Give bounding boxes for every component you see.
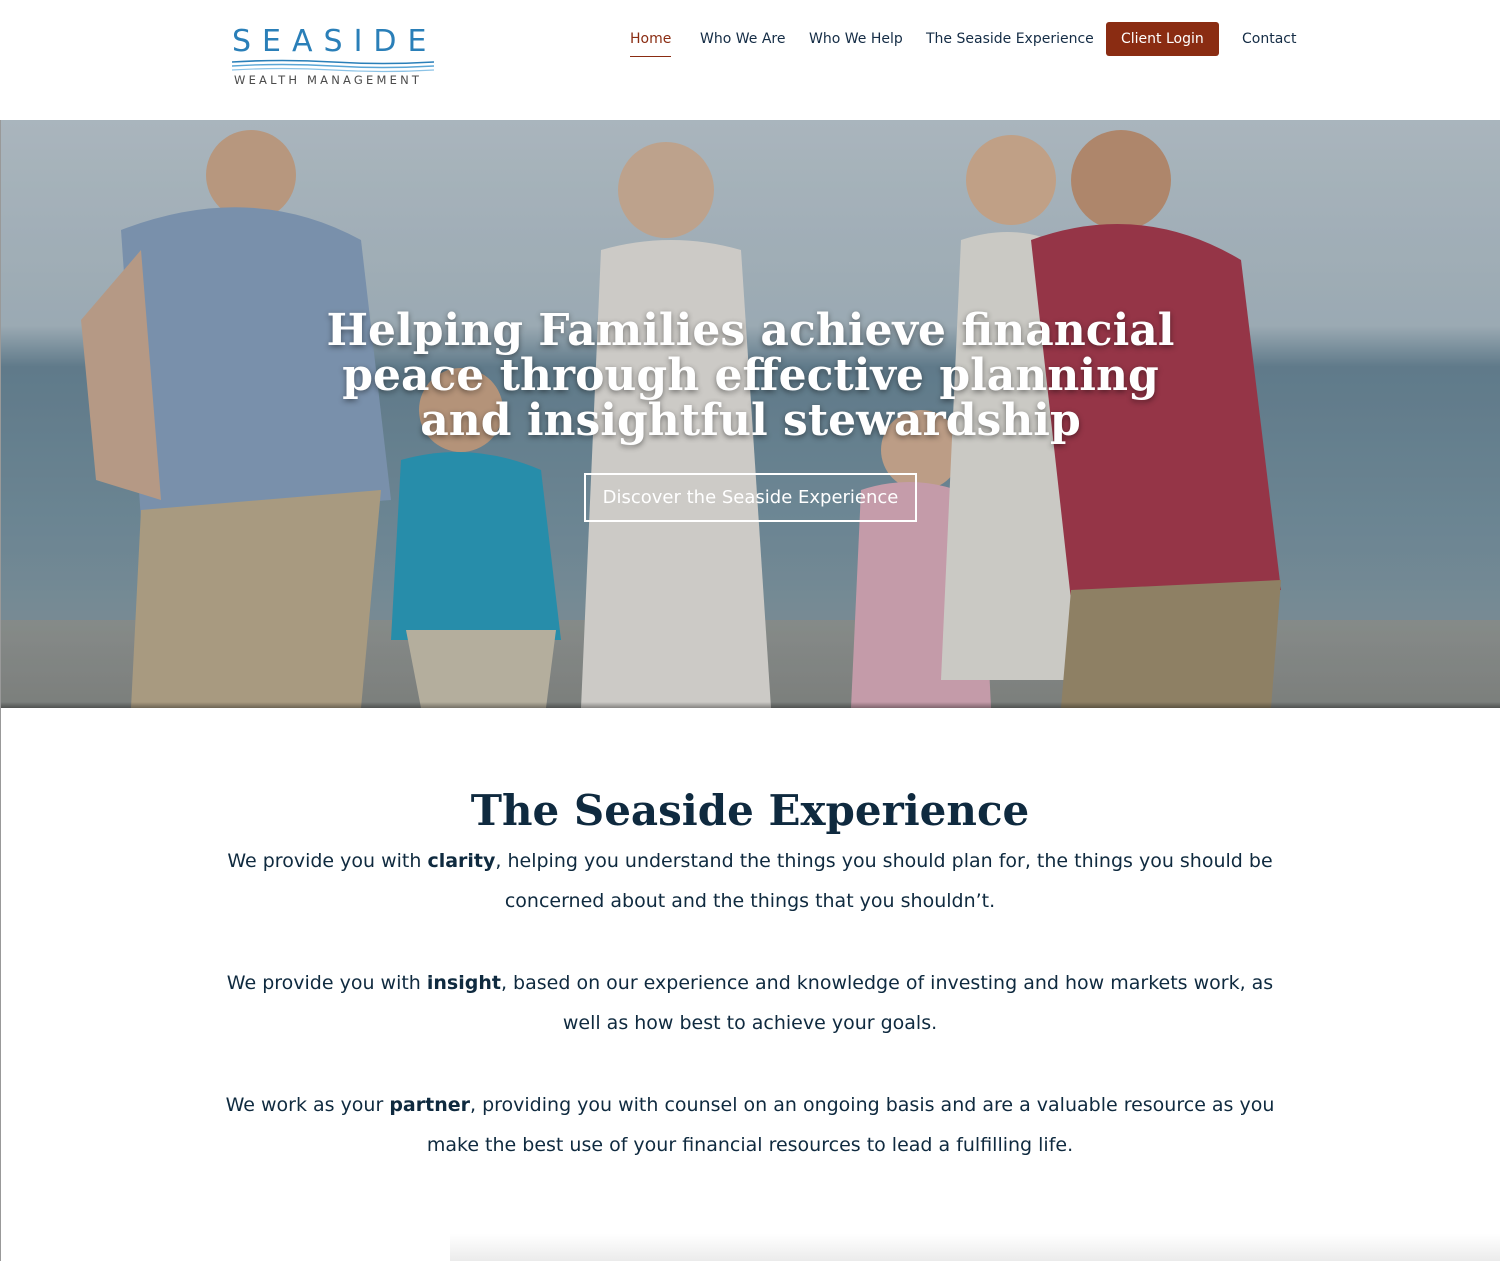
client-login-button[interactable]: Client Login <box>1106 22 1219 56</box>
paragraph-text: , providing you with counsel on an ongoi… <box>426 1094 1275 1156</box>
nav-who-we-are[interactable]: Who We Are <box>700 22 785 56</box>
paragraph-insight: We provide you with insight, based on ou… <box>205 963 1295 1043</box>
nav-home[interactable]: Home <box>630 22 672 57</box>
nav-seaside-experience[interactable]: The Seaside Experience <box>926 22 1094 56</box>
hero-title: Helping Families achieve financial peace… <box>326 305 1175 446</box>
paragraph-clarity: We provide you with clarity, helping you… <box>205 841 1295 921</box>
paragraph-text: We work as your <box>225 1094 390 1116</box>
hero-banner: Helping Families achieve financial peace… <box>1 120 1500 708</box>
paragraph-text: , based on our experience and knowledge … <box>500 972 1274 1034</box>
nav-contact[interactable]: Contact <box>1242 22 1296 56</box>
bottom-shade <box>450 1234 1500 1261</box>
site-header: SEASIDE WEALTH MANAGEMENT Home Who We Ar… <box>0 0 1500 120</box>
main-nav: Home Who We Are Who We Help The Seaside … <box>0 22 1500 57</box>
section-title: The Seaside Experience <box>470 786 1030 835</box>
paragraph-text: , helping you understand the things you … <box>495 850 1273 912</box>
discover-experience-button[interactable]: Discover the Seaside Experience <box>584 473 917 522</box>
hero-bottom-shadow <box>1 702 1500 708</box>
paragraph-bold: clarity <box>427 850 496 872</box>
paragraph-text: We provide you with <box>227 850 428 872</box>
paragraph-bold: partner <box>389 1094 470 1116</box>
paragraph-bold: insight <box>426 972 501 994</box>
logo-tagline: WEALTH MANAGEMENT <box>234 73 423 87</box>
nav-who-we-help[interactable]: Who We Help <box>809 22 903 56</box>
paragraph-partner: We work as your partner, providing you w… <box>205 1085 1295 1165</box>
paragraph-text: We provide you with <box>226 972 427 994</box>
